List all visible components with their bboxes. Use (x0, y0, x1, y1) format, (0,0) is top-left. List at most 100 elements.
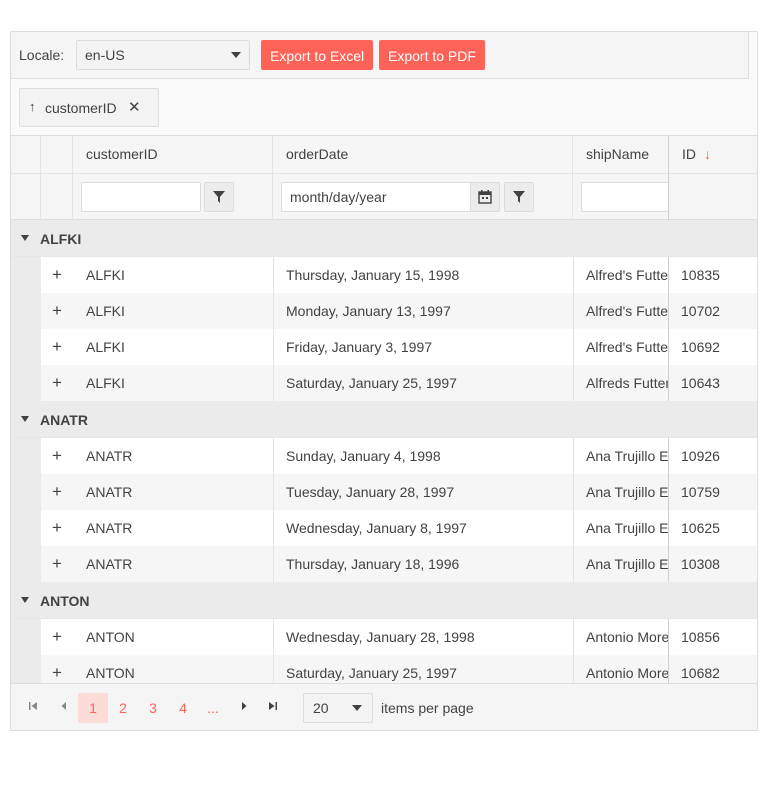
filter-icon (213, 191, 225, 203)
orderdate-filter-button[interactable] (504, 182, 534, 212)
cell-orderdate: Monday, January 13, 1997 (286, 303, 451, 319)
filter-cell-id (668, 173, 757, 220)
group-row[interactable]: ALFKI (11, 220, 757, 257)
column-header-orderdate[interactable]: orderDate (273, 136, 573, 173)
filter-cell-shipname (573, 173, 669, 220)
cell-shipname: Alfred's Futterkiste (586, 267, 668, 283)
cell-customerid: ALFKI (86, 267, 125, 283)
group-chip-customerid[interactable]: ↑ customerID ✕ (19, 88, 159, 127)
hierarchy-header (41, 136, 73, 173)
cell-orderdate: Saturday, January 25, 1997 (286, 375, 457, 391)
cell-orderdate: Tuesday, January 28, 1997 (286, 484, 455, 500)
cell-customerid: ANATR (86, 520, 133, 536)
customerid-filter-button[interactable] (204, 182, 234, 212)
expand-icon[interactable]: + (52, 446, 62, 466)
cell-customerid: ANATR (86, 448, 133, 464)
cell-shipname: Alfred's Futterkiste (586, 303, 668, 319)
close-icon[interactable]: ✕ (128, 98, 141, 116)
expand-icon[interactable]: + (52, 627, 62, 647)
expand-icon[interactable]: + (52, 518, 62, 538)
caret-down-icon[interactable] (21, 235, 29, 241)
table-row[interactable]: + ALFKI Thursday, January 15, 1998 Alfred's… (11, 257, 757, 293)
group-indent (11, 438, 41, 474)
page-number-button[interactable]: 3 (138, 693, 168, 723)
table-row[interactable]: + ANATR Tuesday, January 28, 1997 Ana Truji… (11, 474, 757, 510)
table-row[interactable]: + ALFKI Friday, January 3, 1997 Alfred's Fu… (11, 329, 757, 365)
cell-shipname: Ana Trujillo Emparedados y helados (586, 448, 668, 464)
cell-id: 10759 (681, 484, 720, 500)
cell-customerid: ANATR (86, 556, 133, 572)
data-grid: Locale: en-US Export to Excel Export to … (10, 31, 758, 731)
locale-dropdown[interactable]: en-US (76, 40, 250, 70)
table-row[interactable]: + ALFKI Saturday, January 25, 1997 Alfreds … (11, 365, 757, 401)
page-number-button[interactable]: 4 (168, 693, 198, 723)
next-page-icon[interactable] (239, 701, 249, 711)
page-number-button[interactable]: ... (198, 693, 228, 723)
table-row[interactable]: + ANATR Sunday, January 4, 1998 Ana Trujill… (11, 438, 757, 474)
cell-id: 10702 (681, 303, 720, 319)
filter-hierarchy-cell (41, 173, 73, 220)
orderdate-filter-input[interactable]: month/day/year (281, 182, 500, 212)
cell-orderdate: Friday, January 3, 1997 (286, 339, 433, 355)
table-row[interactable]: + ANATR Wednesday, January 8, 1997 Ana Truj… (11, 510, 757, 546)
group-title: ANTON (40, 593, 90, 609)
group-title: ALFKI (40, 231, 82, 247)
grid-header: customerID orderDate shipName ID ↓ month/… (11, 136, 757, 220)
expand-icon[interactable]: + (52, 373, 62, 393)
expand-icon[interactable]: + (52, 337, 62, 357)
export-pdf-button[interactable]: Export to PDF (379, 40, 485, 70)
first-page-icon[interactable] (28, 701, 38, 711)
group-indent (11, 655, 41, 683)
group-indent (11, 619, 41, 655)
shipname-filter-input[interactable] (581, 182, 668, 212)
cell-shipname: Ana Trujillo Emparedados y helados (586, 556, 668, 572)
cell-shipname: Ana Trujillo Emparedados y helados (586, 484, 668, 500)
column-header-id[interactable]: ID ↓ (668, 136, 757, 173)
customerid-filter-input[interactable] (81, 182, 201, 212)
table-row[interactable]: + ALFKI Monday, January 13, 1997 Alfred's F… (11, 293, 757, 329)
cell-id: 10856 (681, 629, 720, 645)
expand-icon[interactable]: + (52, 265, 62, 285)
cell-shipname: Ana Trujillo Emparedados y helados (586, 520, 668, 536)
table-row[interactable]: + ANTON Wednesday, January 28, 1998 Antonio… (11, 619, 757, 655)
group-row[interactable]: ANATR (11, 401, 757, 438)
page-size-value: 20 (313, 700, 329, 716)
cell-shipname: Antonio Moreno Taquería (586, 665, 668, 681)
caret-down-icon[interactable] (21, 597, 29, 603)
page-number-button[interactable]: 1 (78, 693, 108, 723)
expand-icon[interactable]: + (52, 663, 62, 683)
expand-icon[interactable]: + (52, 554, 62, 574)
sort-ascending-icon[interactable]: ↑ (29, 99, 36, 114)
filter-cell-customerid (73, 173, 273, 220)
chevron-down-icon (352, 705, 362, 711)
locale-label: Locale: (19, 47, 65, 63)
prev-page-icon[interactable] (59, 701, 69, 711)
calendar-icon (478, 190, 492, 204)
table-row[interactable]: + ANATR Thursday, January 18, 1996 Ana Truj… (11, 546, 757, 582)
page-size-dropdown[interactable]: 20 (303, 693, 373, 723)
table-row[interactable]: + ANTON Saturday, January 25, 1997 Antonio … (11, 655, 757, 683)
locale-value: en-US (85, 47, 125, 63)
cell-id: 10625 (681, 520, 720, 536)
group-indent-header (11, 136, 41, 173)
cell-customerid: ALFKI (86, 303, 125, 319)
last-page-icon[interactable] (268, 701, 278, 711)
column-header-shipname[interactable]: shipName (573, 136, 669, 173)
expand-icon[interactable]: + (52, 482, 62, 502)
grid-body: ALFKI + ALFKI Thursday, January 15, 1998 Alf… (11, 220, 757, 683)
group-row[interactable]: ANTON (11, 582, 757, 619)
cell-id: 10692 (681, 339, 720, 355)
cell-orderdate: Sunday, January 4, 1998 (286, 448, 441, 464)
orderdate-calendar-button[interactable] (470, 182, 500, 212)
cell-orderdate: Thursday, January 15, 1998 (286, 267, 460, 283)
cell-customerid: ALFKI (86, 375, 125, 391)
page-number-button[interactable]: 2 (108, 693, 138, 723)
filter-indent-cell (11, 173, 41, 220)
chevron-down-icon (231, 52, 241, 58)
expand-icon[interactable]: + (52, 301, 62, 321)
cell-shipname: Alfreds Futterkiste (586, 375, 668, 391)
column-header-customerid[interactable]: customerID (73, 136, 273, 173)
export-excel-button[interactable]: Export to Excel (261, 40, 374, 70)
caret-down-icon[interactable] (21, 416, 29, 422)
cell-orderdate: Saturday, January 25, 1997 (286, 665, 457, 681)
